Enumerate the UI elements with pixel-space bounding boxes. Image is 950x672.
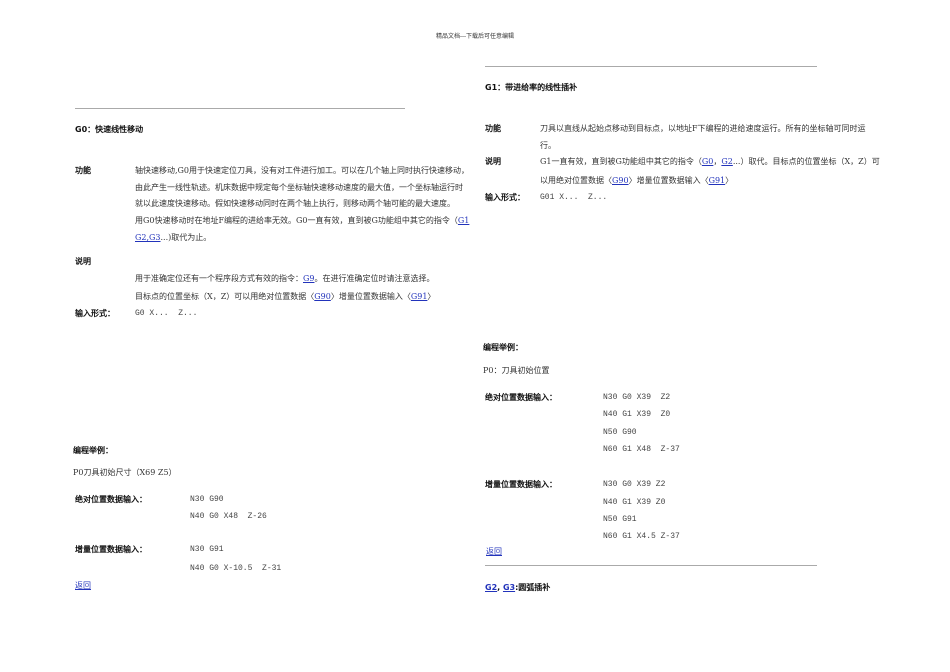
link-g2[interactable]: G2 (721, 157, 732, 166)
note-text: G1一直有效，直到被G功能组中其它的指令（G0，G2...）取代。目标点的位置坐… (540, 156, 880, 168)
absolute-input-label: 绝对位置数据输入： (75, 495, 147, 504)
text: 〉 (427, 292, 436, 301)
code-line: N40 G0 X-10.5 Z-31 (190, 564, 282, 573)
function-text: 用G0快速移动时在地址F编程的进给率无效。G0一直有效，直到被G功能组中其它的指… (135, 215, 469, 227)
text: G1一直有效，直到被G功能组中其它的指令（ (540, 157, 702, 166)
input-form-label: 输入形式： (75, 309, 115, 318)
code-line: N30 G0 X39 Z2 (603, 393, 671, 402)
input-form-value: G01 X... Z... (540, 193, 608, 202)
divider (485, 66, 817, 67)
code-line: N30 G90 (190, 495, 224, 504)
link-g90[interactable]: G90 (612, 176, 629, 185)
code-line: N40 G0 X48 Z-26 (190, 512, 267, 521)
link-g9[interactable]: G9 (303, 274, 314, 283)
example-label: 编程举例： (73, 446, 113, 455)
code-line: N50 G91 (603, 515, 637, 524)
code-line: N50 G90 (603, 428, 637, 437)
code-line: N30 G91 (190, 545, 224, 554)
text: 〉增量位置数据输入〈 (330, 292, 411, 301)
code-line: N60 G1 X4.5 Z-37 (603, 532, 680, 541)
note-text: 用于准确定位还有一个程序段方式有效的指令：G9。在进行准确定位时请注意选择。 (135, 273, 434, 285)
example-label: 编程举例： (483, 343, 523, 352)
note-label: 说明 (485, 157, 501, 166)
link-g90[interactable]: G90 (314, 292, 331, 301)
function-text: 就以此速度快速移动。假如快速移动同时在两个轴上执行，则移动两个轴可能的最大速度。 (135, 199, 455, 208)
section-title-g0: G0：快速线性移动 (75, 125, 144, 134)
link-g0[interactable]: G0 (702, 157, 713, 166)
code-line: N40 G1 X39 Z0 (603, 410, 671, 419)
divider (75, 108, 405, 109)
absolute-input-label: 绝对位置数据输入： (485, 393, 557, 402)
text: 用于准确定位还有一个程序段方式有效的指令： (135, 274, 303, 283)
section-title-g1: G1：带进给率的线性插补 (485, 83, 578, 92)
function-text: 行。 (540, 141, 556, 150)
divider (485, 565, 817, 566)
text: ...)取代为止。 (160, 233, 212, 242)
note-text: 以用绝对位置数据〈G90〉增量位置数据输入〈G91〉 (540, 175, 733, 187)
function-label: 功能 (485, 124, 501, 133)
function-text: 刀具以直线从起始点移动到目标点，以地址F下编程的进给速度运行。所有的坐标轴可同时… (540, 124, 866, 133)
incremental-input-label: 增量位置数据输入： (75, 545, 147, 554)
code-line: N40 G1 X39 Z0 (603, 498, 666, 507)
link-g2-g3[interactable]: G2,G3 (135, 233, 161, 242)
back-link[interactable]: 返回 (75, 580, 91, 592)
text: 。在进行准确定位时请注意选择。 (314, 274, 435, 283)
function-text: G2,G3...)取代为止。 (135, 232, 211, 244)
function-text: 由此产生一线性轨迹。机床数据中规定每个坐标轴快速移动速度的最大值，一个坐标轴运行… (135, 183, 463, 192)
text: :圆弧插补 (515, 583, 551, 592)
text: 目标点的位置坐标（X，Z）可以用绝对位置数据〈 (135, 292, 315, 301)
page-header: 精品文档---下载后可任意编辑 (435, 33, 515, 40)
code-line: N30 G0 X39 Z2 (603, 480, 666, 489)
note-text: 目标点的位置坐标（X，Z）可以用绝对位置数据〈G90〉增量位置数据输入〈G91〉 (135, 291, 435, 303)
section-title-g2-g3: G2, G3:圆弧插补 (485, 582, 550, 594)
initial-position: P0：刀具初始位置 (483, 366, 550, 375)
link-g1[interactable]: G1 (458, 216, 469, 225)
text: 以用绝对位置数据〈 (540, 176, 612, 185)
note-label: 说明 (75, 257, 91, 266)
text: 用G0快速移动时在地址F编程的进给率无效。G0一直有效，直到被G功能组中其它的指… (135, 216, 458, 225)
link-g91[interactable]: G91 (411, 292, 428, 301)
function-text: 轴快速移动,G0用于快速定位刀具，没有对工件进行加工。可以在几个轴上同时执行快速… (135, 166, 470, 175)
input-form-value: G0 X... Z... (135, 309, 198, 318)
function-label: 功能 (75, 166, 91, 175)
input-form-label: 输入形式： (485, 193, 525, 202)
incremental-input-label: 增量位置数据输入： (485, 480, 557, 489)
link-g91[interactable]: G91 (709, 176, 726, 185)
text: 〉 (725, 176, 734, 185)
back-link[interactable]: 返回 (486, 546, 502, 558)
code-line: N60 G1 X48 Z-37 (603, 445, 680, 454)
text: 〉增量位置数据输入〈 (628, 176, 709, 185)
link-g3[interactable]: G3 (503, 583, 515, 592)
initial-position: P0刀具初始尺寸（X69 Z5） (73, 468, 177, 477)
text: ...）取代。目标点的位置坐标（X，Z）可 (732, 157, 880, 166)
link-g2[interactable]: G2 (485, 583, 497, 592)
